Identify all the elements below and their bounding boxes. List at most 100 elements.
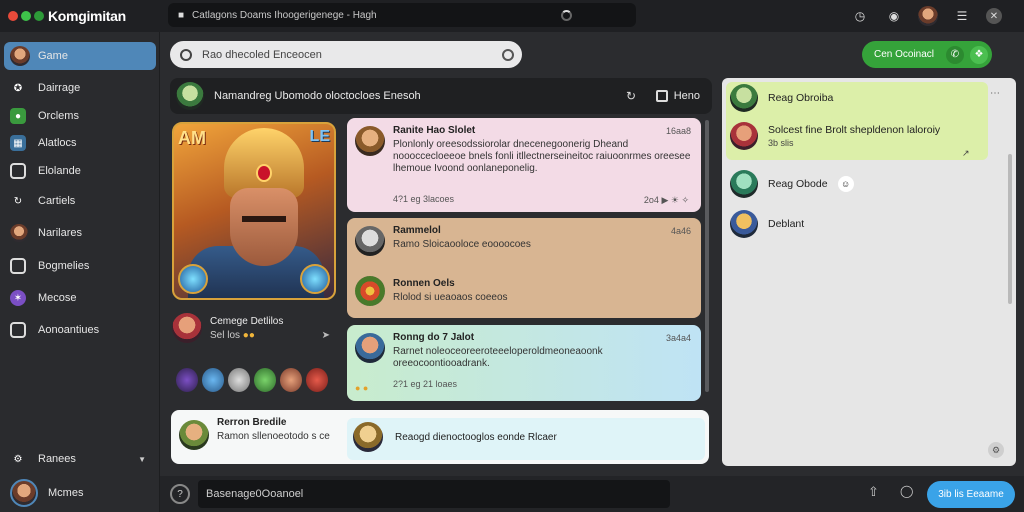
settings-icon[interactable]: ⚙ [988, 442, 1004, 458]
more-icon[interactable]: ➤ [322, 330, 330, 341]
reaction-avatar-icon[interactable] [306, 368, 328, 392]
game-card[interactable]: Cemege Detlilos Sel los ●● ➤ [172, 308, 336, 348]
home-button[interactable]: Heno [655, 90, 700, 102]
chat-header: Namandreg Ubomodo oloctocloes Enesoh ↻ H… [170, 78, 712, 114]
refresh-icon[interactable]: ↻ [626, 89, 636, 103]
chat-title: Namandreg Ubomodo oloctocloes Enesoh [214, 90, 421, 102]
message-avatar [355, 333, 385, 363]
reaction-avatar-icon[interactable] [280, 368, 302, 392]
sidebar: Game ✪ Dairrage ● Orclems ▦ Alatlocs Elo… [0, 32, 160, 512]
message-card[interactable]: Rerron Bredile Ramon sllenoeotodo s ce 4… [171, 410, 709, 464]
hero-gem [256, 164, 272, 182]
message-meta: 2?1 eg 21 loaes [393, 379, 458, 389]
message-author: Ranite Hao Slolet [393, 125, 476, 136]
user-avatar-icon [10, 224, 28, 242]
share-icon[interactable]: ⇧ [868, 484, 879, 500]
reaction-avatar-icon[interactable] [176, 368, 198, 392]
message-input[interactable]: Basenage0Ooanoel [198, 480, 670, 508]
message-author: Rammelol [393, 225, 441, 236]
search-icon [180, 48, 192, 61]
hero-badge-right: LE [309, 128, 330, 145]
emoji-icon: ● ● [355, 383, 369, 393]
send-button-label: 3ib lis Eeaame [938, 489, 1004, 500]
compass-icon: ✪ [13, 82, 23, 94]
close-window-dot[interactable] [8, 11, 18, 21]
more-options-icon[interactable]: ⋯ [990, 88, 1000, 99]
sidebar-item-label: Aonoantiues [38, 324, 100, 336]
message-avatar [355, 276, 385, 306]
hero-card[interactable]: AM LE [172, 122, 336, 300]
sidebar-item-mecose[interactable]: ✶ Mecose [4, 284, 156, 312]
sidebar-item-cartiels[interactable]: ↻ Cartiels [4, 187, 156, 215]
reaction-avatar-icon[interactable] [254, 368, 276, 392]
window-title: Catlagons Doams Ihoogerigenege - Hagh [192, 9, 377, 21]
message-avatar [355, 226, 385, 256]
attach-icon[interactable]: ? [170, 484, 190, 504]
sidebar-item-aonoantiues[interactable]: Aonoantiues [4, 316, 156, 344]
item-name: Reag Obroiba [768, 92, 834, 104]
item-subtext: 3b slis [768, 138, 794, 148]
window-controls[interactable] [8, 11, 44, 21]
user-name: Mcmes [48, 487, 84, 499]
image-icon [10, 258, 26, 274]
sidebar-item-label: Bogmelies [38, 260, 90, 272]
sidebar-item-label: Narilares [38, 227, 83, 239]
right-panel: Reag Obroiba ⋯ Solcest fine Brolt shepld… [722, 78, 1016, 466]
sidebar-item-narilares[interactable]: Narilares [4, 219, 156, 247]
sidebar-item-dairrage[interactable]: ✪ Dairrage [4, 74, 156, 102]
quoted-text: Reaogd dienoctooglos eonde Rlcaer [395, 432, 557, 443]
right-panel-item[interactable]: Reag Obroiba [730, 84, 833, 112]
right-panel-item[interactable]: Deblant [730, 210, 804, 238]
sidebar-item-label: Orclems [38, 110, 79, 122]
message-card[interactable]: 3a4a4 Ronng do 7 Jalot Rarnet noleoceore… [347, 325, 701, 401]
message-time: 3a4a4 [665, 333, 691, 343]
chat-icon[interactable]: ◉ [884, 6, 904, 26]
expand-icon[interactable]: ↗ [962, 148, 970, 159]
item-avatar [730, 170, 758, 198]
message-count: 2o4 [643, 195, 659, 205]
menu-icon[interactable]: ☰ [952, 6, 972, 26]
right-panel-scrollbar[interactable] [1008, 154, 1012, 304]
sidebar-item-elolande[interactable]: Elolande [4, 157, 156, 185]
sidebar-item-alatlocs[interactable]: ▦ Alatlocs [4, 129, 156, 157]
message-card[interactable]: 16aa8 Ranite Hao Slolet Plonlonly oreeso… [347, 118, 701, 212]
right-panel-item[interactable]: Reag Obode ☺ [730, 170, 854, 198]
planet-icon: ✶ [10, 290, 26, 306]
search-submit-icon[interactable] [502, 48, 514, 61]
game-card-avatar [172, 313, 202, 343]
home-icon [655, 90, 668, 102]
maximize-window-dot[interactable] [34, 11, 44, 21]
reaction-avatar-icon[interactable] [228, 368, 250, 392]
clock-icon[interactable]: ◷ [850, 6, 870, 26]
skill-orb-right-icon[interactable] [300, 264, 330, 294]
sidebar-item-game[interactable]: Game [4, 42, 156, 70]
skill-orb-left-icon[interactable] [178, 264, 208, 294]
loading-spinner-icon [561, 9, 572, 21]
emoji-icon[interactable]: ☺ [837, 176, 854, 192]
sidebar-item-orclems[interactable]: ● Orclems [4, 102, 156, 130]
chat-scrollbar[interactable] [705, 120, 709, 392]
settings-menu[interactable]: ⚙ Ranees ▼ [4, 445, 156, 473]
message-actions[interactable]: 2o4 ▶ ☀ ✧ [644, 195, 689, 206]
item-avatar [730, 210, 758, 238]
chevron-down-icon: ▼ [138, 454, 146, 464]
message-avatar [179, 420, 209, 450]
search-input[interactable]: Rao dhecoled Enceocen [170, 41, 522, 68]
item-avatar [730, 122, 758, 150]
send-button[interactable]: 3ib lis Eeaame [927, 481, 1015, 508]
close-icon[interactable]: ✕ [986, 8, 1002, 24]
user-profile[interactable]: Mcmes [4, 478, 156, 508]
right-panel-item[interactable]: Solcest fine Brolt shepldenon laloroiy 3… [730, 122, 940, 150]
sidebar-item-bogmelies[interactable]: Bogmelies [4, 252, 156, 280]
action-button[interactable]: Cen Ocoinacl ✆ ❖ [862, 41, 992, 68]
reaction-avatar-icon[interactable] [202, 368, 224, 392]
profile-avatar[interactable] [918, 6, 938, 26]
minimize-window-dot[interactable] [21, 11, 31, 21]
message-card[interactable]: 4a46 Rammelol Ramo Sloicaooloce eoooocoe… [347, 218, 701, 318]
shield-icon[interactable]: ◯ [900, 484, 913, 498]
message-meta: 4?1 eg 3lacoes [393, 194, 455, 204]
message-text: Plonlonly oreesodssiorolar dnecenegooner… [393, 139, 691, 174]
message-avatar [355, 126, 385, 156]
hero-badge-left: AM [178, 128, 206, 148]
game-card-title: Cemege Detlilos [210, 315, 284, 327]
